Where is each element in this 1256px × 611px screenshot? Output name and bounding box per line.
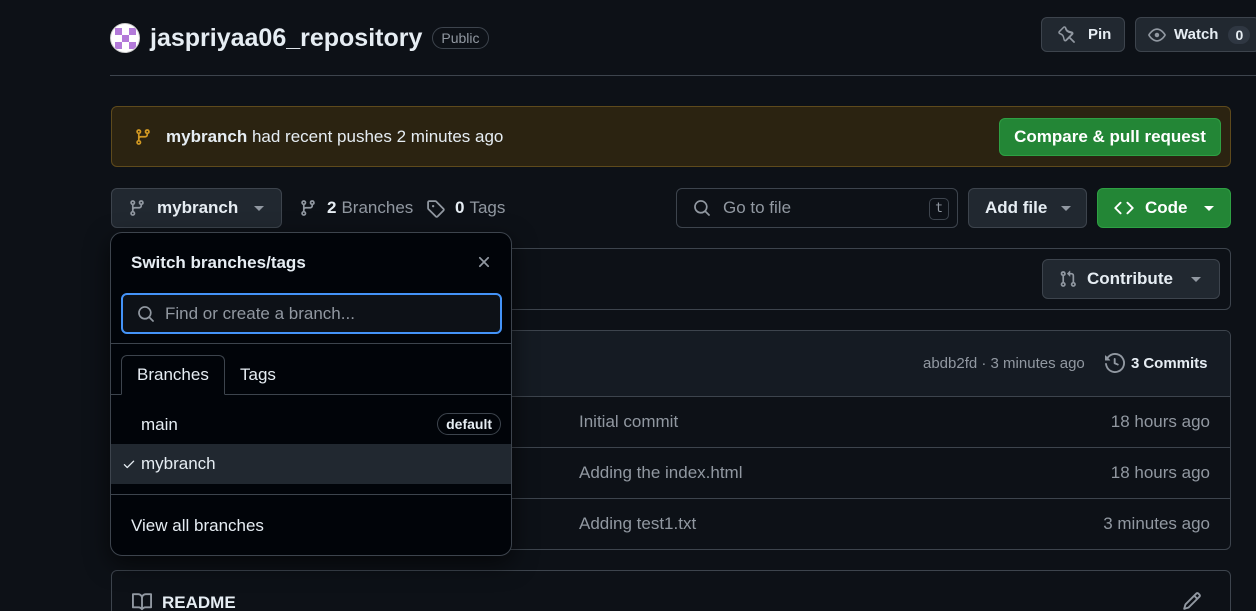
readme-label[interactable]: README <box>162 593 236 611</box>
commit-time: 18 hours ago <box>1110 463 1210 482</box>
header-divider <box>110 75 1256 76</box>
latest-commit-info[interactable]: abdb2fd · 3 minutes ago <box>923 355 1085 372</box>
chevron-down-icon <box>254 205 265 211</box>
branch-switch-dropdown: Switch branches/tags Branches Tags main … <box>110 232 512 556</box>
go-to-file-search[interactable]: Go to file t <box>676 188 958 228</box>
search-icon <box>137 305 155 323</box>
check-icon <box>122 457 136 471</box>
search-placeholder: Go to file <box>723 198 792 217</box>
code-button[interactable]: Code <box>1097 188 1231 228</box>
tab-branches[interactable]: Branches <box>121 355 225 395</box>
commit-time: 18 hours ago <box>1110 412 1210 431</box>
branch-item-mybranch[interactable]: mybranch <box>111 444 511 484</box>
commits-count: 3 <box>1131 354 1140 372</box>
eye-icon <box>1148 26 1166 44</box>
chevron-down-icon <box>1203 205 1214 211</box>
dropdown-title: Switch branches/tags <box>131 253 306 272</box>
close-icon[interactable] <box>475 253 493 271</box>
pencil-icon[interactable] <box>1182 591 1202 611</box>
commit-message[interactable]: Adding test1.txt <box>579 514 696 534</box>
commit-time: 3 minutes ago <box>1103 514 1210 533</box>
pin-label: Pin <box>1088 26 1112 43</box>
commits-label: Commits <box>1143 354 1208 372</box>
current-branch-label: mybranch <box>157 198 239 217</box>
watch-count: 0 <box>1228 25 1251 44</box>
tags-link[interactable]: 0 Tags <box>426 198 505 218</box>
watch-label: Watch <box>1174 26 1219 43</box>
branch-name: main <box>141 415 178 434</box>
repo-name[interactable]: jaspriyaa06_repository <box>150 24 422 53</box>
pin-button[interactable]: Pin <box>1041 17 1125 52</box>
commit-message[interactable]: Adding the index.html <box>579 463 743 483</box>
keyboard-shortcut: t <box>929 198 949 220</box>
code-icon <box>1114 198 1134 218</box>
branch-item-main[interactable]: main default <box>111 405 511 445</box>
branches-link[interactable]: 2 Branches <box>299 198 413 218</box>
book-icon <box>132 592 152 611</box>
search-icon <box>693 199 711 217</box>
branch-search-input[interactable] <box>165 303 485 324</box>
commit-message[interactable]: Initial commit <box>579 412 678 432</box>
compare-pull-request-button[interactable]: Compare & pull request <box>999 118 1221 156</box>
git-branch-icon <box>128 199 146 217</box>
git-pull-request-icon <box>1059 270 1077 288</box>
banner-text: mybranch had recent pushes 2 minutes ago <box>166 127 503 147</box>
view-all-branches-link[interactable]: View all branches <box>131 516 264 536</box>
branch-search-field[interactable] <box>121 293 502 334</box>
watch-button[interactable]: Watch 0 <box>1135 17 1256 52</box>
tag-count: 0 <box>455 198 465 217</box>
add-file-label: Add file <box>985 198 1048 217</box>
code-label: Code <box>1145 198 1188 217</box>
commits-link[interactable]: 3 Commits <box>1105 353 1208 373</box>
contribute-label: Contribute <box>1087 269 1173 288</box>
readme-box: README <box>111 570 1231 611</box>
branches-label: Branches <box>341 198 414 217</box>
branch-select-button[interactable]: mybranch <box>111 188 282 228</box>
recent-push-banner: mybranch had recent pushes 2 minutes ago… <box>111 106 1231 167</box>
visibility-badge: Public <box>432 27 489 49</box>
pin-icon <box>1058 25 1076 44</box>
tag-icon <box>426 199 445 218</box>
divider <box>111 494 511 495</box>
banner-branch[interactable]: mybranch <box>166 127 247 146</box>
chevron-down-icon <box>1061 205 1072 211</box>
contribute-button[interactable]: Contribute <box>1042 259 1220 299</box>
repo-header: jaspriyaa06_repository Public <box>110 18 489 58</box>
tags-label: Tags <box>469 198 506 217</box>
branch-count: 2 <box>327 198 337 217</box>
default-badge: default <box>437 413 501 435</box>
git-branch-icon <box>134 128 152 146</box>
chevron-down-icon <box>1190 276 1201 282</box>
banner-message: had recent pushes 2 minutes ago <box>247 126 504 146</box>
branch-name: mybranch <box>141 454 216 473</box>
tab-tags[interactable]: Tags <box>225 355 291 395</box>
avatar[interactable] <box>110 23 140 53</box>
history-icon <box>1105 353 1125 373</box>
add-file-button[interactable]: Add file <box>968 188 1087 228</box>
divider <box>111 343 511 344</box>
git-branch-icon <box>299 199 317 217</box>
